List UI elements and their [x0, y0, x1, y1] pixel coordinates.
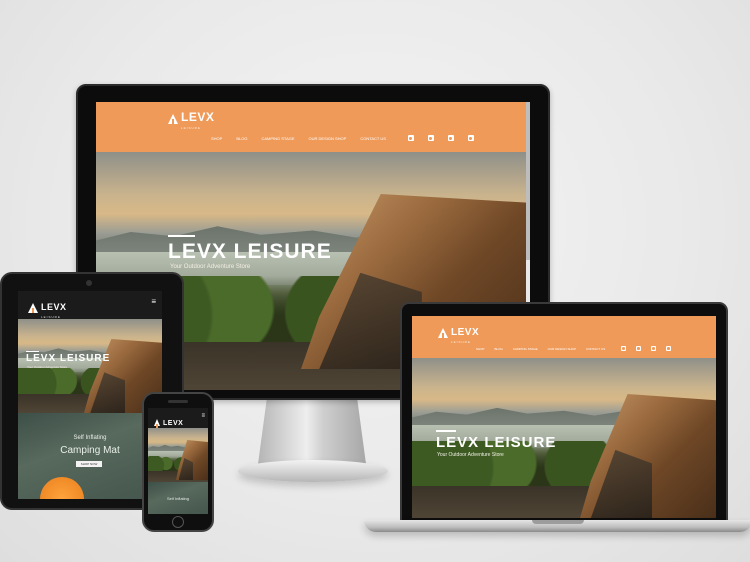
monitor-stand-base — [238, 460, 388, 482]
phone-home-button[interactable] — [172, 516, 184, 528]
nav-shop[interactable]: SHOP — [476, 347, 485, 351]
phone-section-title: Self Inflating — [166, 496, 189, 501]
nav-camping-stage[interactable]: CAMPING STAGE — [261, 136, 294, 141]
laptop-header: LEVX LEISURE SHOP BLOG CAMPING STAGE OUR… — [412, 316, 716, 358]
laptop-nav: SHOP BLOG CAMPING STAGE OUR DESIGN SHOP … — [476, 346, 672, 351]
desktop-header: LEVX LEISURE SHOP BLOG CAMPING STAGE OUR… — [96, 102, 530, 152]
hero-title-bar — [168, 234, 196, 237]
desktop-nav: SHOP BLOG CAMPING STAGE OUR DESIGN SHOP … — [211, 135, 474, 141]
nav-contact[interactable]: CONTACT US — [586, 347, 605, 351]
desktop-logo[interactable]: LEVX LEISURE — [168, 108, 214, 130]
logo-text: LEVX — [41, 302, 67, 312]
tablet-header: LEVX LEISURE ≡ — [18, 291, 162, 319]
youtube-icon[interactable] — [666, 346, 672, 351]
mat-title: Camping Mat — [60, 445, 120, 456]
hero-tagline: Your Outdoor Adventure Store — [170, 264, 251, 270]
tent-logo-icon — [168, 114, 178, 124]
phone-hero — [148, 428, 208, 482]
hero-title: LEVX LEISURE — [168, 234, 332, 264]
nav-camping-stage[interactable]: CAMPING STAGE — [513, 347, 538, 351]
hero-tagline: Your Outdoor Adventure Store — [27, 365, 68, 369]
tablet-hero: LEVX LEISURE Your Outdoor Adventure Stor… — [18, 319, 162, 413]
nav-blog[interactable]: BLOG — [495, 347, 503, 351]
tent-logo-icon — [438, 328, 448, 338]
tablet-screen: LEVX LEISURE ≡ LEVX LEISURE Your Outdoor… — [18, 291, 162, 499]
twitter-icon[interactable] — [447, 135, 454, 141]
laptop-logo[interactable]: LEVX LEISURE — [438, 322, 479, 344]
hero-title: LEVX LEISURE — [26, 350, 110, 364]
tent-logo-icon — [28, 303, 38, 313]
phone-site: LEVX LEISURE ≡ Self Inflating — [148, 408, 208, 514]
logo-text: LEVX — [181, 110, 215, 124]
hero-tent — [580, 394, 716, 518]
facebook-icon[interactable] — [407, 135, 414, 141]
logo-subtext: LEISURE — [181, 126, 201, 130]
phone-mat-section: Self Inflating — [148, 482, 208, 514]
mat-kicker: Self Inflating — [73, 435, 107, 441]
shop-now-button[interactable]: SHOP NOW — [76, 461, 102, 467]
instagram-icon[interactable] — [636, 346, 642, 351]
tablet-logo[interactable]: LEVX LEISURE — [28, 297, 67, 319]
nav-shop[interactable]: SHOP — [211, 136, 222, 141]
laptop-site: LEVX LEISURE SHOP BLOG CAMPING STAGE OUR… — [412, 316, 716, 518]
nav-design-shop[interactable]: OUR DESIGN SHOP — [548, 347, 576, 351]
tablet-mat-section: Self Inflating Camping Mat SHOP NOW — [18, 413, 162, 499]
tablet-camera — [86, 280, 92, 286]
menu-icon[interactable]: ≡ — [151, 298, 156, 306]
hero-tagline: Your Outdoor Adventure Store — [437, 452, 504, 458]
laptop-screen: LEVX LEISURE SHOP BLOG CAMPING STAGE OUR… — [412, 316, 716, 518]
phone-speaker — [168, 400, 188, 403]
tent-logo-icon — [154, 418, 160, 429]
instagram-icon[interactable] — [427, 135, 434, 141]
laptop-hero: LEVX LEISURE Your Outdoor Adventure Stor… — [412, 358, 716, 518]
mat-image — [40, 477, 84, 499]
logo-subtext: LEISURE — [451, 340, 471, 344]
menu-icon[interactable]: ≡ — [201, 413, 205, 419]
nav-design-shop[interactable]: OUR DESIGN SHOP — [309, 136, 347, 141]
logo-text: LEVX — [163, 420, 184, 427]
phone-header: LEVX LEISURE ≡ — [148, 408, 208, 432]
phone-screen: LEVX LEISURE ≡ Self Inflating — [148, 408, 208, 514]
logo-text: LEVX — [451, 327, 480, 338]
twitter-icon[interactable] — [651, 346, 657, 351]
youtube-icon[interactable] — [467, 135, 474, 141]
hero-title: LEVX LEISURE — [436, 430, 556, 451]
hero-title-bar — [436, 430, 456, 432]
laptop-notch — [532, 520, 584, 524]
nav-contact[interactable]: CONTACT US — [360, 136, 386, 141]
monitor-stand-neck — [258, 400, 366, 464]
hero-tent — [176, 440, 208, 480]
nav-blog[interactable]: BLOG — [236, 136, 247, 141]
tablet-site: LEVX LEISURE ≡ LEVX LEISURE Your Outdoor… — [18, 291, 162, 499]
facebook-icon[interactable] — [621, 346, 627, 351]
hero-title-bar — [26, 350, 39, 352]
